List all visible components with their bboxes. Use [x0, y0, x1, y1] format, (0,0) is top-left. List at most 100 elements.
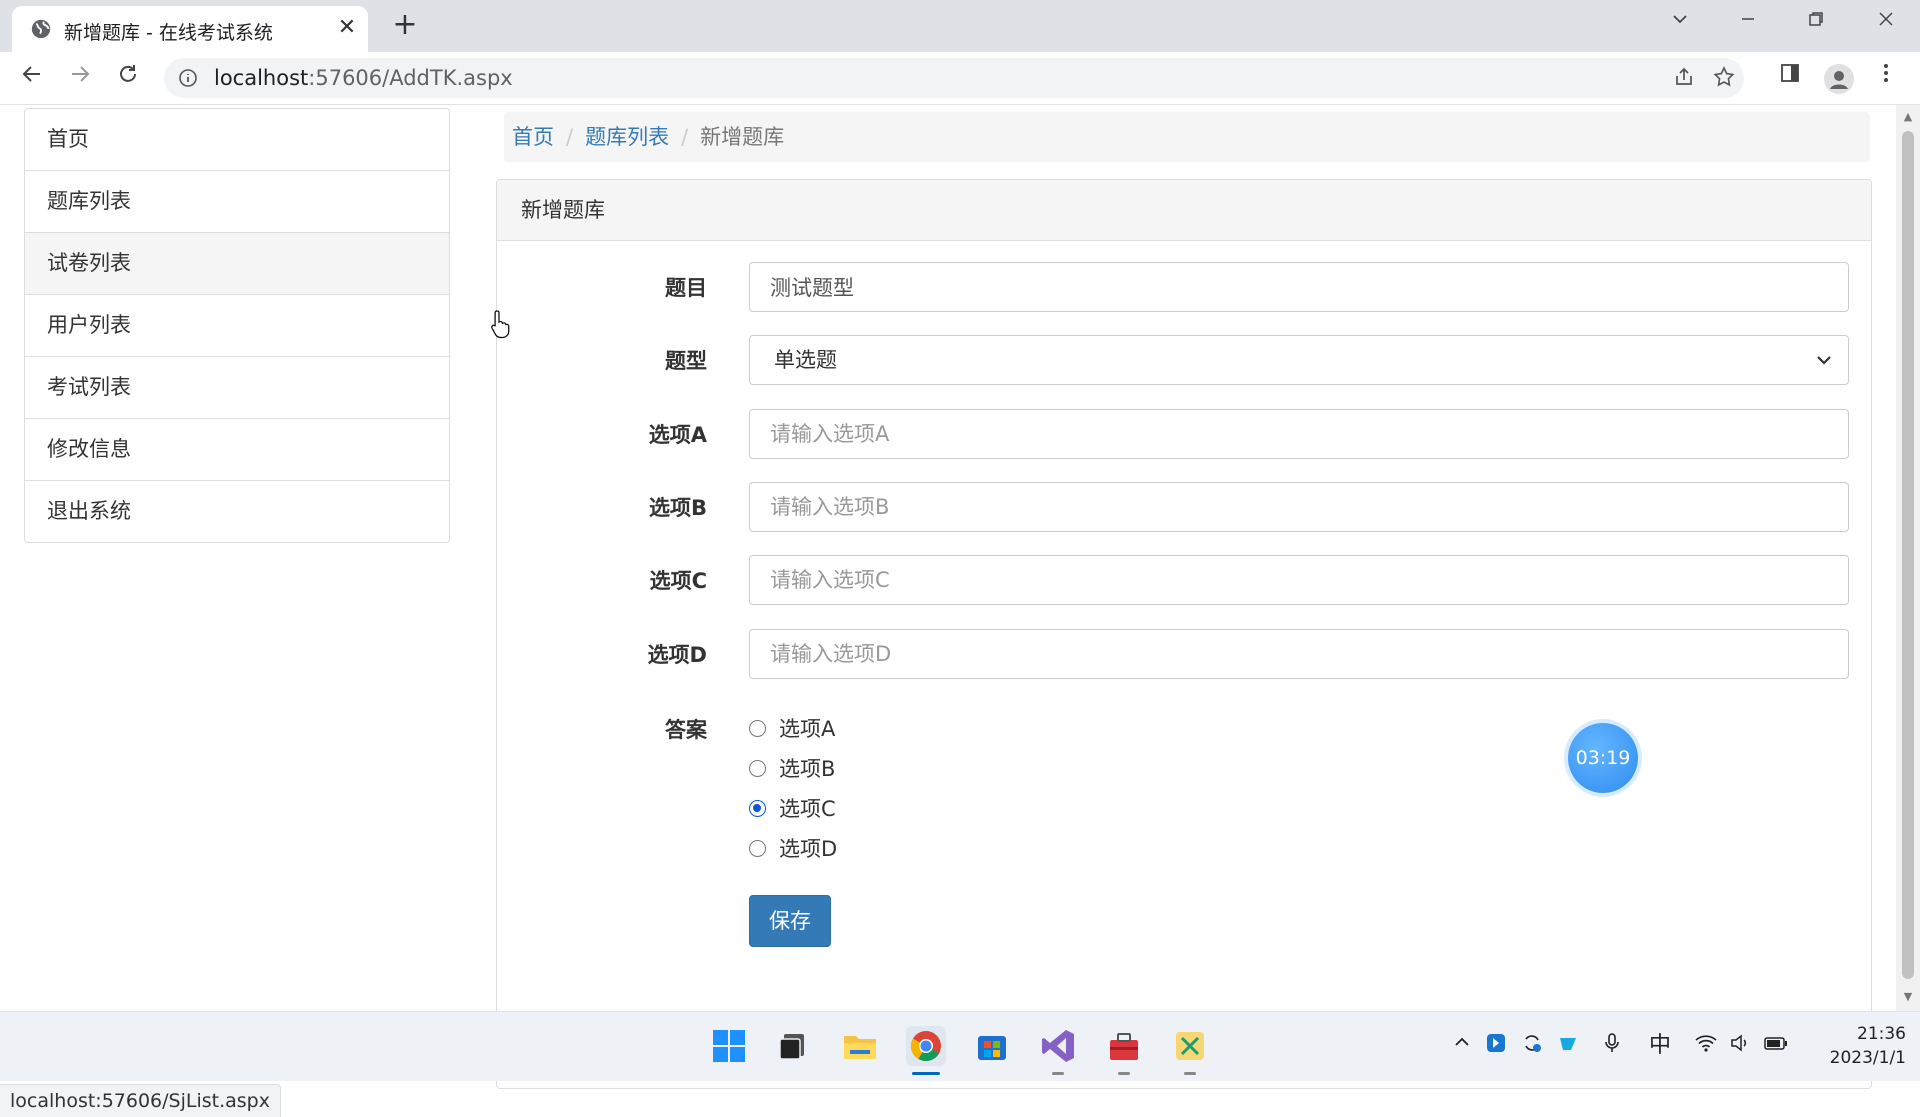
option-c-label: 选项C	[649, 569, 707, 593]
taskbar-running-indicator	[1052, 1072, 1064, 1075]
new-tab-button[interactable]: +	[390, 10, 420, 40]
clock-time: 21:36	[1857, 1024, 1906, 1044]
tab-title: 新增题库 - 在线考试系统	[64, 22, 273, 44]
restore-icon[interactable]	[1796, 4, 1836, 40]
title-label: 题目	[665, 276, 707, 300]
volume-icon[interactable]	[1726, 1032, 1754, 1060]
title-input[interactable]	[749, 262, 1849, 312]
scroll-thumb[interactable]	[1902, 131, 1914, 979]
breadcrumb-separator: /	[566, 125, 574, 149]
radio-label[interactable]: 选项C	[779, 790, 836, 828]
option-b-label: 选项B	[648, 496, 707, 520]
chevron-down-icon	[1817, 356, 1831, 365]
snipping-tool-icon[interactable]	[1170, 1026, 1210, 1075]
radio-label[interactable]: 选项A	[779, 710, 835, 748]
breadcrumb-link-question-bank-list[interactable]: 题库列表	[585, 125, 669, 149]
menu-kebab-icon[interactable]	[1870, 62, 1902, 94]
radio-button[interactable]	[749, 760, 766, 777]
page-viewport: 首页 题库列表 试卷列表 用户列表 考试列表 修改信息 退出系统 首页 / 题库列表…	[0, 105, 1896, 1117]
sidebar-nav: 首页 题库列表 试卷列表 用户列表 考试列表 修改信息 退出系统	[24, 108, 450, 543]
radio-button-checked[interactable]	[749, 800, 766, 817]
taskbar-running-indicator	[1118, 1072, 1130, 1075]
breadcrumb-separator: /	[681, 125, 689, 149]
forward-icon[interactable]	[64, 62, 96, 94]
option-d-label: 选项D	[647, 643, 707, 667]
taskbar-active-indicator	[912, 1072, 940, 1075]
chrome-icon[interactable]	[906, 1026, 946, 1075]
toolbox-app-icon[interactable]	[1104, 1026, 1144, 1075]
radio-label[interactable]: 选项B	[779, 750, 835, 788]
floating-timer-badge[interactable]: 03:19	[1568, 723, 1638, 793]
os-taskbar: 中 21:36 2023/1/1	[0, 1011, 1920, 1081]
answer-label: 答案	[665, 718, 707, 742]
option-a-label: 选项A	[648, 423, 707, 447]
url-text[interactable]: localhost:57606/AddTK.aspx	[214, 66, 513, 90]
scroll-down-arrow-icon[interactable]: ▼	[1900, 989, 1916, 1005]
scroll-up-arrow-icon[interactable]: ▲	[1900, 109, 1916, 125]
option-b-input[interactable]	[749, 482, 1849, 532]
type-label: 题型	[665, 349, 707, 373]
option-a-input[interactable]	[749, 409, 1849, 459]
form-row-answer: 答案 选项A 选项B 选项C 选项D	[497, 710, 1871, 880]
file-explorer-icon[interactable]	[840, 1026, 880, 1066]
radio-button[interactable]	[749, 840, 766, 857]
tray-sync-icon[interactable]	[1518, 1032, 1546, 1060]
form-row-type: 题型 单选题	[497, 335, 1871, 387]
address-bar[interactable]: localhost:57606/AddTK.aspx	[164, 58, 1744, 98]
microphone-icon[interactable]	[1598, 1032, 1626, 1060]
profile-avatar-icon[interactable]	[1824, 64, 1854, 94]
page-scrollbar[interactable]: ▲ ▼	[1896, 105, 1920, 1011]
visual-studio-icon[interactable]	[1038, 1026, 1078, 1075]
share-icon[interactable]	[1672, 66, 1696, 90]
windows-start-icon[interactable]	[709, 1026, 749, 1066]
sidebar-item-user-list[interactable]: 用户列表	[24, 295, 450, 357]
save-button[interactable]: 保存	[749, 895, 831, 947]
back-icon[interactable]	[16, 62, 48, 94]
side-panel-icon[interactable]	[1774, 62, 1806, 94]
sidebar-item-paper-list[interactable]: 试卷列表	[24, 233, 450, 295]
form-row-title: 题目	[497, 262, 1871, 314]
globe-icon	[31, 19, 51, 39]
ime-indicator[interactable]: 中	[1646, 1032, 1674, 1060]
tray-chevron-up-icon[interactable]	[1448, 1032, 1476, 1060]
clock-date: 2023/1/1	[1829, 1048, 1906, 1068]
wifi-icon[interactable]	[1692, 1032, 1720, 1060]
form-row-option-a: 选项A	[497, 409, 1871, 461]
form-row-option-d: 选项D	[497, 629, 1871, 681]
question-type-value: 单选题	[774, 348, 837, 372]
battery-icon[interactable]	[1762, 1032, 1790, 1060]
question-type-select[interactable]: 单选题	[749, 335, 1849, 385]
tray-feishu-icon[interactable]	[1554, 1032, 1582, 1060]
sidebar-item-home[interactable]: 首页	[24, 108, 450, 171]
hand-cursor-icon	[491, 310, 510, 339]
minimize-icon[interactable]	[1728, 4, 1768, 40]
panel-heading: 新增题库	[497, 180, 1871, 241]
taskbar-running-indicator	[1184, 1072, 1196, 1075]
sidebar-item-edit-info[interactable]: 修改信息	[24, 419, 450, 481]
breadcrumb-link-home[interactable]: 首页	[512, 125, 554, 149]
radio-button[interactable]	[749, 720, 766, 737]
sidebar-item-question-bank-list[interactable]: 题库列表	[24, 171, 450, 233]
microsoft-store-icon[interactable]	[972, 1026, 1012, 1066]
radio-label[interactable]: 选项D	[779, 830, 837, 868]
task-view-icon[interactable]	[774, 1026, 814, 1066]
browser-toolbar: localhost:57606/AddTK.aspx	[0, 52, 1920, 105]
sidebar-item-exam-list[interactable]: 考试列表	[24, 357, 450, 419]
tray-app-blue-icon[interactable]	[1482, 1032, 1510, 1060]
form-panel: 新增题库 题目 题型 单选题 选项A 选项B 选项C 选项D	[496, 179, 1872, 1089]
site-info-icon[interactable]	[178, 68, 198, 88]
sidebar-item-logout[interactable]: 退出系统	[24, 481, 450, 543]
status-bar-url: localhost:57606/SjList.aspx	[0, 1084, 281, 1117]
close-window-icon[interactable]	[1866, 4, 1906, 40]
browser-tabstrip: 新增题库 - 在线考试系统 ✕ +	[0, 0, 1920, 52]
reload-icon[interactable]	[112, 62, 144, 94]
tab-close-icon[interactable]: ✕	[334, 15, 360, 41]
system-clock[interactable]: 21:36 2023/1/1	[1816, 1022, 1906, 1070]
option-c-input[interactable]	[749, 555, 1849, 605]
browser-tab-active[interactable]: 新增题库 - 在线考试系统 ✕	[12, 6, 368, 52]
bookmark-star-icon[interactable]	[1712, 66, 1736, 90]
option-d-input[interactable]	[749, 629, 1849, 679]
form-row-option-b: 选项B	[497, 482, 1871, 534]
tab-search-chevron-icon[interactable]	[1660, 4, 1700, 40]
breadcrumb-current: 新增题库	[700, 125, 785, 149]
